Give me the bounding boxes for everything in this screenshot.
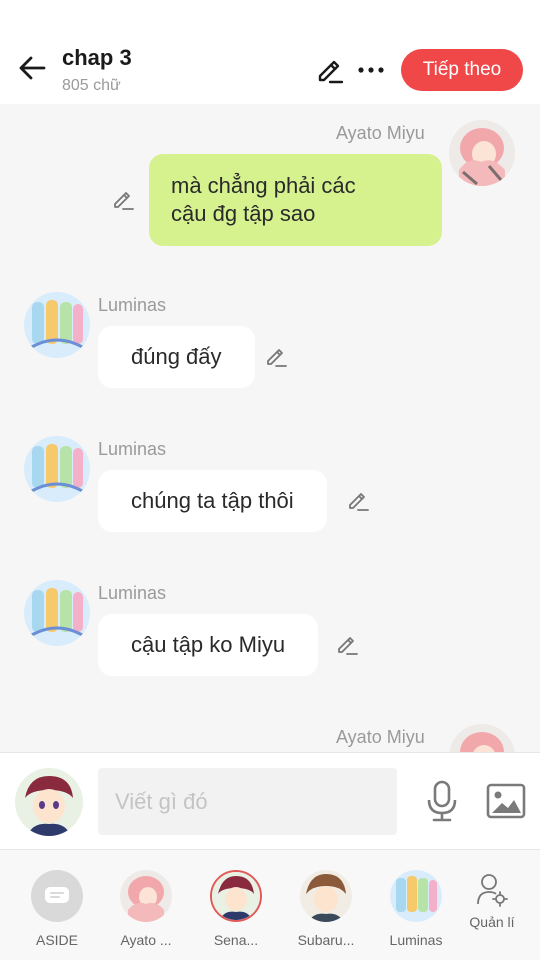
sender-name: Luminas (98, 295, 167, 315)
avatar[interactable] (24, 436, 90, 502)
avatar (210, 870, 262, 922)
edit-message-icon[interactable] (111, 187, 135, 211)
nav-item-subaru[interactable]: Subaru... (286, 870, 366, 948)
nav-item-aside[interactable]: ASIDE (17, 870, 97, 948)
chapter-title: chap 3 (62, 45, 132, 70)
nav-label: Luminas (389, 932, 443, 948)
microphone-icon[interactable] (424, 780, 460, 822)
message-text: mà chẳng phải các (171, 173, 356, 198)
message-bubble[interactable]: mà chẳng phải các cậu đg tập sao (149, 154, 442, 246)
sender-name: Luminas (98, 583, 167, 603)
nav-item-manage[interactable]: Quản lí (452, 870, 532, 930)
avatar[interactable] (24, 580, 90, 646)
chat-area[interactable]: Ayato Miyu mà chẳng phải các cậu đg tập … (0, 104, 540, 752)
nav-label: Sena... (213, 932, 259, 948)
back-arrow-icon[interactable] (16, 52, 48, 84)
word-count: 805 chữ (62, 77, 121, 94)
avatar[interactable] (24, 292, 90, 358)
chat-bubble-icon (31, 870, 83, 922)
more-options-icon[interactable] (356, 56, 386, 84)
sender-name: Ayato Miyu (336, 727, 425, 747)
avatar[interactable] (449, 120, 515, 186)
edit-message-icon[interactable] (335, 632, 359, 656)
avatar (300, 870, 352, 922)
avatar (120, 870, 172, 922)
edit-message-icon[interactable] (346, 488, 370, 512)
message-text: đúng đấy (131, 344, 222, 369)
nav-label: Quản lí (469, 914, 515, 930)
message-bubble[interactable]: đúng đấy (98, 326, 255, 388)
current-character-avatar[interactable] (15, 768, 83, 836)
character-bar: ASIDE Ayato ... Sena... Subaru... Lumina… (0, 850, 540, 960)
image-icon[interactable] (486, 783, 526, 819)
nav-item-luminas[interactable]: Luminas (376, 870, 456, 948)
composer: Viết gì đó (0, 752, 540, 850)
nav-label: Ayato ... (120, 932, 172, 948)
message-bubble[interactable]: cậu tập ko Miyu (98, 614, 319, 676)
nav-label: Subaru... (297, 932, 355, 948)
message-text: cậu tập ko Miyu (131, 632, 286, 657)
sender-name: Ayato Miyu (336, 123, 425, 143)
nav-item-sena[interactable]: Sena... (196, 870, 276, 948)
sender-name: Luminas (98, 439, 167, 459)
message-text: chúng ta tập thôi (131, 488, 294, 513)
pencil-icon[interactable] (316, 56, 344, 84)
nav-item-ayato[interactable]: Ayato ... (106, 870, 186, 948)
message-input[interactable]: Viết gì đó (98, 768, 397, 835)
message-bubble[interactable]: chúng ta tập thôi (98, 470, 327, 532)
nav-label: ASIDE (35, 932, 78, 948)
next-button[interactable]: Tiếp theo (401, 49, 523, 91)
top-bar: chap 3 805 chữ Tiếp theo (0, 0, 540, 104)
edit-message-icon[interactable] (264, 344, 288, 368)
message-text: cậu đg tập sao (171, 201, 316, 226)
avatar[interactable] (449, 724, 515, 752)
user-settings-icon (477, 874, 508, 907)
avatar (390, 870, 442, 922)
